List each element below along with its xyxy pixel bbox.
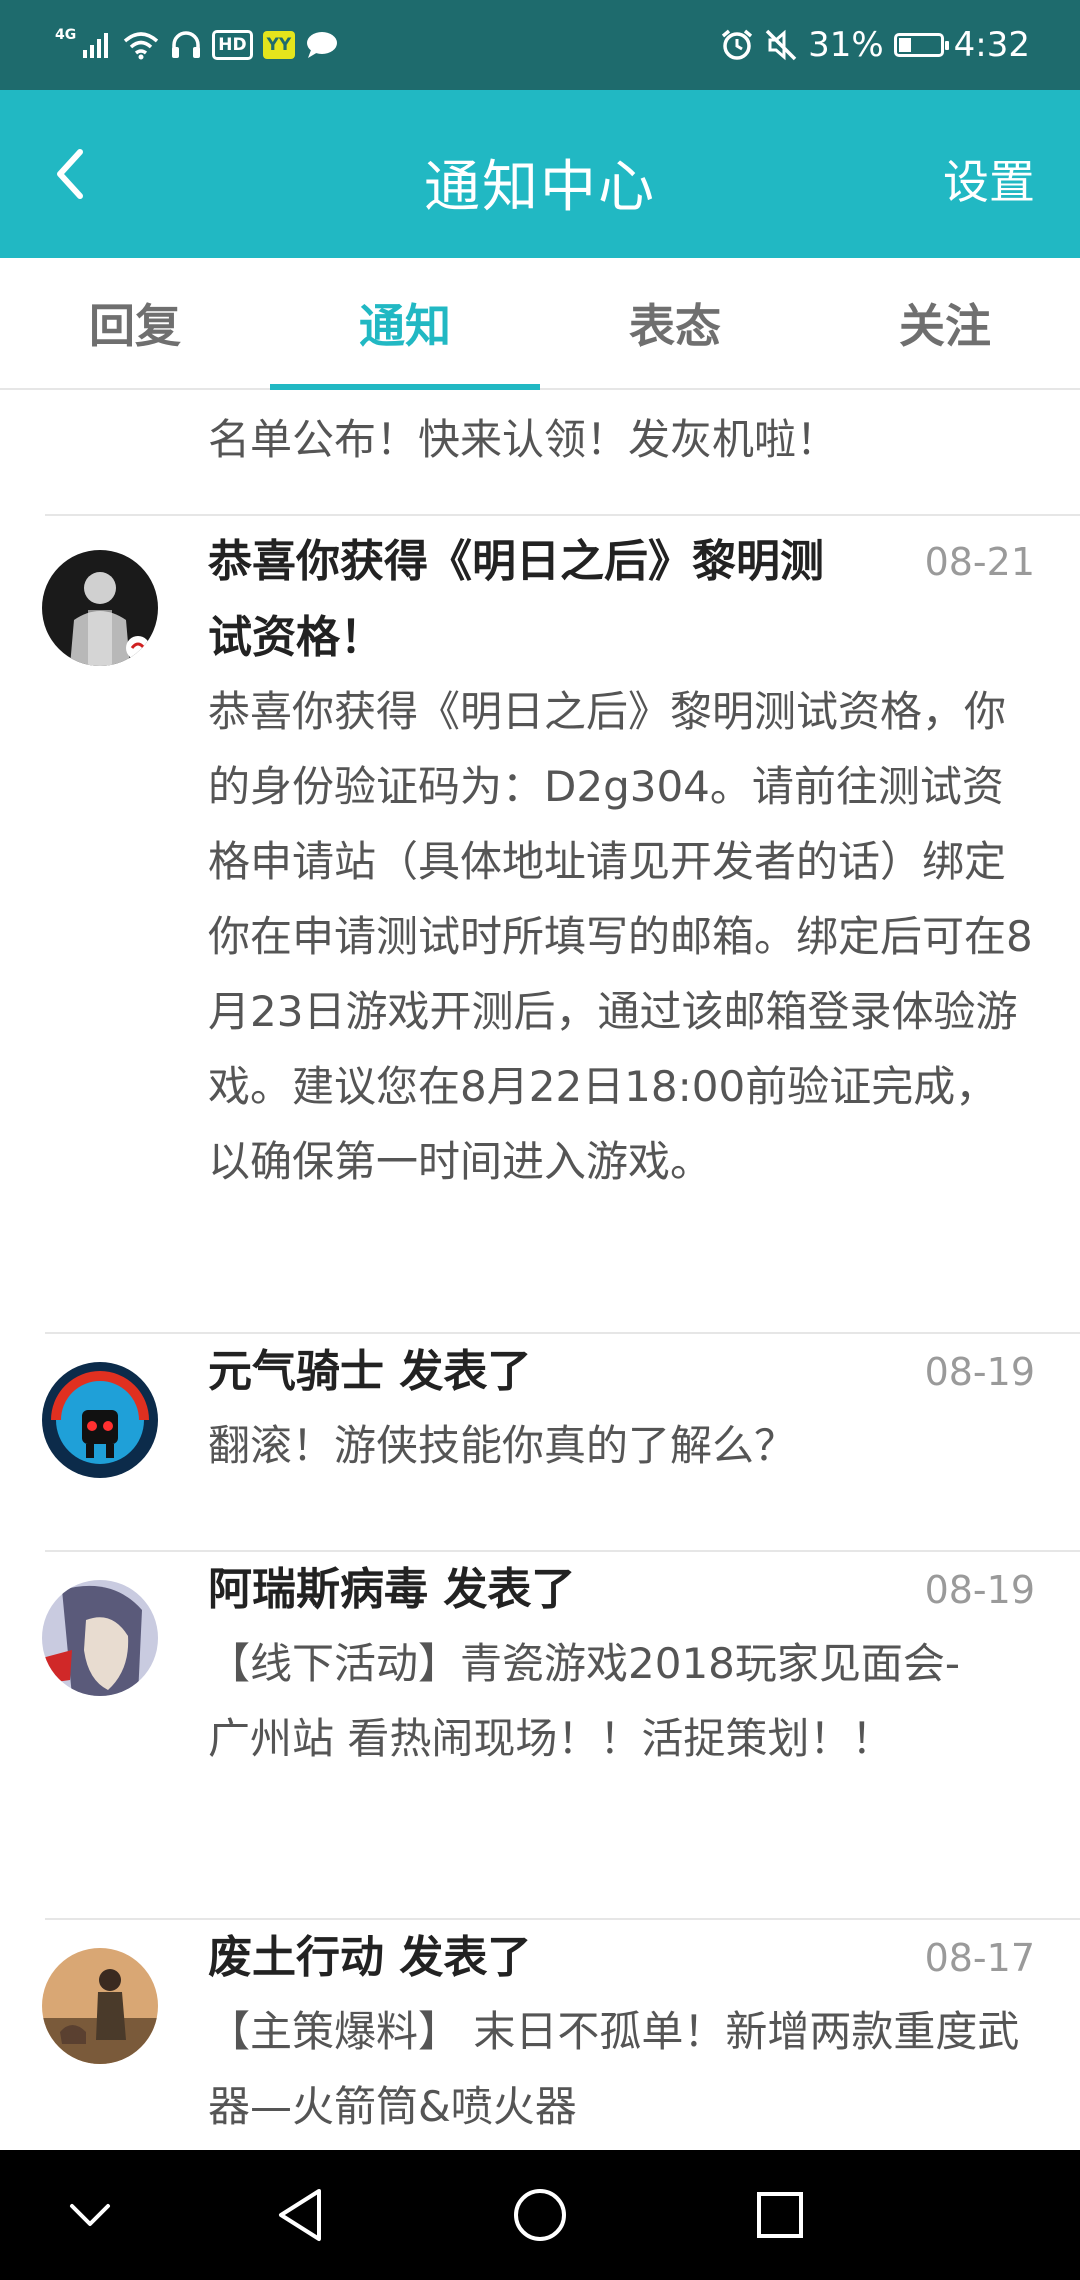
notification-body: 翻滚！游侠技能你真的了解么？ — [208, 1421, 797, 1470]
status-bar: 4G HD YY 31% 4:32 — [0, 0, 1080, 90]
wifi-icon — [124, 32, 159, 60]
list-item[interactable]: 元气骑士 发表了 08-19 翻滚！游侠技能你真的了解么？ — [0, 1334, 1080, 1550]
tab-bar: 回复 通知 表态 关注 — [0, 258, 1080, 390]
nav-home-button[interactable] — [495, 2175, 585, 2255]
settings-button[interactable]: 设置 — [943, 146, 1035, 212]
mute-icon — [765, 29, 797, 61]
tab-follows[interactable]: 关注 — [810, 258, 1080, 388]
status-right-icons: 31% 4:32 — [720, 22, 1030, 68]
alarm-icon — [721, 29, 753, 60]
avatar — [42, 550, 158, 666]
notification-body: 名单公布！快来认领！发灰机啦！ — [208, 415, 839, 464]
character-portrait-avatar-icon — [42, 1580, 158, 1696]
notification-body: 【线下活动】青瓷游戏2018玩家见面会-广州站 看热闹现场！！活捉策划！！ — [208, 1639, 961, 1763]
notification-body: 【主策爆料】 末日不孤单！新增两款重度武器—火箭筒&喷火器 — [208, 2007, 1020, 2131]
system-nav-bar — [0, 2150, 1080, 2280]
notification-list: 名单公布！快来认领！发灰机啦！ 恭喜你获得《明日之后》黎明测 试资格！ 08-2… — [0, 390, 1080, 2150]
wasteland-soldier-avatar-icon — [42, 1948, 158, 2064]
signal-icon — [83, 33, 109, 58]
notification-date: 08-19 — [924, 1350, 1035, 1394]
hd-icon: HD — [212, 30, 253, 60]
hide-nav-button[interactable] — [45, 2175, 135, 2255]
notification-date: 08-21 — [924, 540, 1035, 584]
silhouette-avatar-icon — [42, 550, 158, 666]
clock: 4:32 — [953, 25, 1030, 65]
tab-notifications[interactable]: 通知 — [270, 258, 540, 390]
battery-icon — [893, 33, 949, 57]
status-left-icons: 4G HD YY — [55, 22, 339, 68]
notification-title-line: 恭喜你获得《明日之后》黎明测 — [208, 536, 824, 587]
avatar — [42, 1580, 158, 1696]
notification-title: 阿瑞斯病毒 发表了 — [208, 1564, 576, 1615]
notification-title-line: 试资格！ — [208, 612, 384, 663]
tab-reactions[interactable]: 表态 — [540, 258, 810, 388]
notification-date: 08-17 — [924, 1936, 1035, 1980]
title-bar: 通知中心 设置 — [0, 90, 1080, 258]
message-icon — [307, 32, 338, 58]
chevron-down-icon — [70, 2204, 110, 2226]
avatar — [42, 1362, 158, 1478]
notification-title: 元气骑士 发表了 — [208, 1346, 532, 1397]
battery-percent: 31% — [808, 25, 884, 65]
recents-square-icon — [757, 2192, 803, 2238]
yy-app-icon: YY — [262, 31, 296, 59]
notification-body: 恭喜你获得《明日之后》黎明测试资格，你的身份验证码为：D2g304。请前往测试资… — [208, 687, 1033, 1186]
knight-game-avatar-icon — [42, 1362, 158, 1478]
avatar — [42, 1948, 158, 2064]
nav-back-button[interactable] — [255, 2175, 345, 2255]
list-item[interactable]: 废土行动 发表了 08-17 【主策爆料】 末日不孤单！新增两款重度武器—火箭筒… — [0, 1920, 1080, 2150]
tab-replies[interactable]: 回复 — [0, 258, 270, 388]
list-item[interactable]: 阿瑞斯病毒 发表了 08-19 【线下活动】青瓷游戏2018玩家见面会-广州站 … — [0, 1552, 1080, 1918]
list-item[interactable]: 名单公布！快来认领！发灰机啦！ — [0, 390, 1080, 516]
back-triangle-icon — [279, 2189, 321, 2241]
headphones-icon — [172, 31, 201, 58]
battery-level — [898, 38, 911, 52]
notification-title: 恭喜你获得《明日之后》黎明测 试资格！ — [208, 524, 888, 676]
network-type: 4G — [55, 27, 77, 43]
notification-date: 08-19 — [924, 1568, 1035, 1612]
home-circle-icon — [514, 2189, 566, 2241]
page-title: 通知中心 — [424, 155, 656, 220]
list-item[interactable]: 恭喜你获得《明日之后》黎明测 试资格！ 08-21 恭喜你获得《明日之后》黎明测… — [0, 516, 1080, 1322]
notification-title: 废土行动 发表了 — [208, 1932, 532, 1983]
nav-recents-button[interactable] — [735, 2175, 825, 2255]
